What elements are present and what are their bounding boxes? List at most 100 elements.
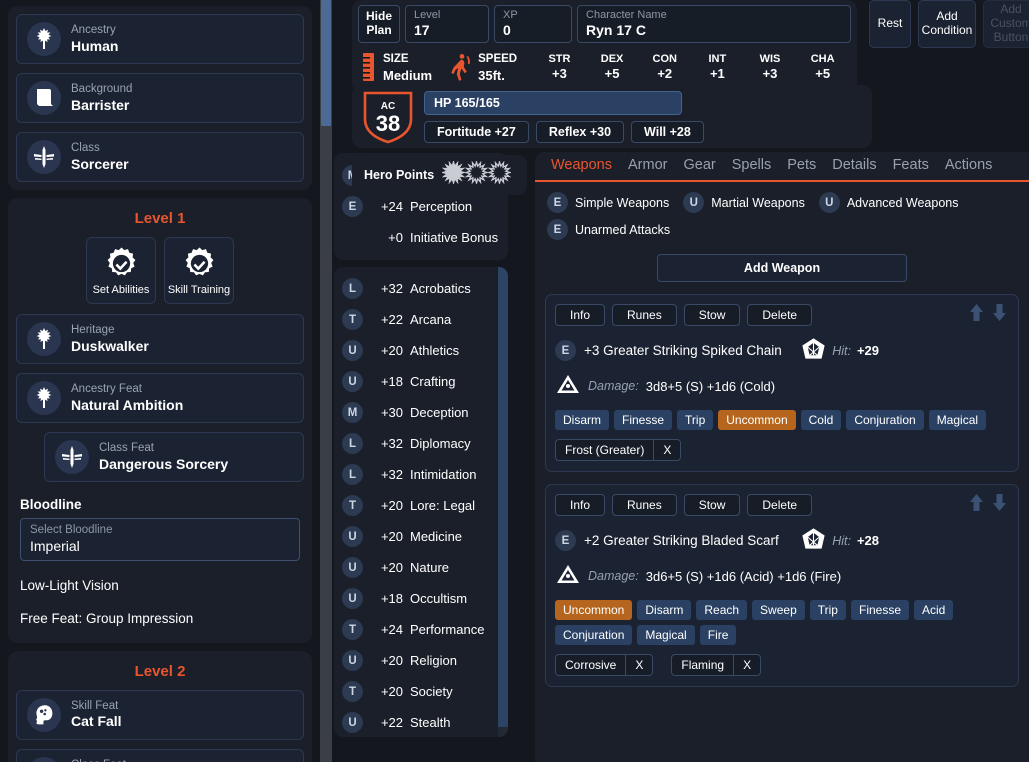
weapon-trait[interactable]: Trip — [677, 410, 714, 430]
class-feat-card-l1[interactable]: Class Feat Dangerous Sorcery — [44, 432, 304, 482]
weapon-trait[interactable]: Cold — [800, 410, 842, 430]
weapon-trait[interactable]: Finesse — [850, 600, 910, 620]
runes-button[interactable]: Runes — [612, 494, 677, 516]
weapon-trait[interactable]: Uncommon — [718, 410, 796, 430]
weapon-damage-row[interactable]: Damage: 3d6+5 (S) +1d6 (Acid) +1d6 (Fire) — [555, 563, 1009, 589]
weapon-trait[interactable]: Acid — [914, 600, 954, 620]
xp-field[interactable]: XP 0 — [494, 5, 573, 43]
weapon-name[interactable]: +3 Greater Striking Spiked Chain — [584, 343, 782, 358]
move-up-icon[interactable] — [968, 493, 985, 512]
level-field[interactable]: Level 17 — [405, 5, 490, 43]
skill-row[interactable]: L +32 Acrobatics — [340, 273, 502, 304]
skill-row[interactable]: U +20 Medicine — [340, 521, 502, 552]
class-feat-card-l2[interactable]: Class Feat Acrobat Dedication — [16, 748, 304, 762]
armor-class-shield[interactable]: AC 38 — [362, 89, 414, 145]
skill-row[interactable]: T +20 Lore: Legal — [340, 490, 502, 521]
hp-bar[interactable]: HP 165/165 — [424, 90, 682, 115]
weapon-proficiency-item[interactable]: U Martial Weapons — [683, 192, 805, 213]
tab-details[interactable]: Details — [824, 155, 884, 175]
skills-scrollbar-track[interactable] — [498, 267, 508, 737]
skill-row[interactable]: U +18 Crafting — [340, 366, 502, 397]
skill-feat-card-l2[interactable]: Skill Feat Cat Fall — [16, 689, 304, 740]
delete-button[interactable]: Delete — [747, 304, 813, 326]
tab-feats[interactable]: Feats — [885, 155, 937, 175]
background-card[interactable]: Background Barrister — [16, 73, 304, 123]
weapon-trait[interactable]: Sweep — [752, 600, 805, 620]
weapon-trait[interactable]: Magical — [928, 410, 987, 430]
tab-weapons[interactable]: Weapons — [543, 155, 620, 175]
tab-pets[interactable]: Pets — [779, 155, 824, 175]
ability-con[interactable]: CON +2 — [638, 53, 691, 82]
weapon-trait[interactable]: Magical — [637, 625, 695, 645]
weapon-proficiency-item[interactable]: U Advanced Weapons — [818, 192, 958, 213]
rune-name[interactable]: Corrosive — [555, 654, 626, 676]
rune-remove-button[interactable]: X — [733, 654, 762, 676]
skill-row[interactable]: U +18 Occultism — [340, 583, 502, 614]
tab-spells[interactable]: Spells — [724, 155, 780, 175]
stat-row-initiative[interactable]: +0 Initiative Bonus — [340, 222, 502, 253]
skill-row[interactable]: U +22 Stealth — [340, 707, 502, 737]
skill-row[interactable]: U +20 Athletics — [340, 335, 502, 366]
add-weapon-button[interactable]: Add Weapon — [657, 254, 907, 282]
ability-wis[interactable]: WIS +3 — [744, 53, 797, 82]
rune-name[interactable]: Frost (Greater) — [555, 439, 654, 461]
move-up-icon[interactable] — [968, 303, 985, 322]
add-condition-button[interactable]: Add Condition — [918, 0, 976, 48]
move-down-icon[interactable] — [991, 303, 1008, 322]
skill-row[interactable]: U +20 Religion — [340, 645, 502, 676]
reflex-save[interactable]: Reflex +30 — [535, 120, 625, 143]
rune-name[interactable]: Flaming — [671, 654, 734, 676]
hero-point-star-icon[interactable] — [440, 159, 467, 186]
skill-row[interactable]: L +32 Intimidation — [340, 459, 502, 490]
hide-plan-button[interactable]: Hide Plan — [358, 5, 401, 43]
weapon-name[interactable]: +2 Greater Striking Bladed Scarf — [584, 533, 779, 548]
skill-row[interactable]: T +22 Arcana — [340, 304, 502, 335]
skills-scrollbar-thumb[interactable] — [498, 267, 508, 727]
ability-int[interactable]: INT +1 — [691, 53, 744, 82]
ability-str[interactable]: STR +3 — [533, 53, 586, 82]
rune-remove-button[interactable]: X — [625, 654, 654, 676]
weapon-proficiency-item[interactable]: E Unarmed Attacks — [547, 219, 670, 240]
tab-gear[interactable]: Gear — [675, 155, 723, 175]
stow-button[interactable]: Stow — [683, 304, 741, 326]
info-button[interactable]: Info — [555, 304, 606, 326]
weapon-trait[interactable]: Disarm — [637, 600, 692, 620]
class-card[interactable]: Class Sorcerer — [16, 132, 304, 182]
weapon-hit[interactable]: Hit: +28 — [801, 528, 879, 553]
ability-cha[interactable]: CHA +5 — [796, 53, 849, 82]
hero-point-star-icon[interactable] — [486, 159, 513, 186]
hero-point-star-icon[interactable] — [463, 159, 490, 186]
will-save[interactable]: Will +28 — [631, 120, 704, 143]
add-custom-button[interactable]: Add Custom Button — [983, 0, 1029, 48]
weapon-proficiency-item[interactable]: E Simple Weapons — [547, 192, 669, 213]
weapon-trait[interactable]: Disarm — [555, 410, 609, 430]
weapon-trait[interactable]: Uncommon — [555, 600, 633, 620]
ancestry-card[interactable]: Ancestry Human — [16, 14, 304, 64]
weapon-damage-row[interactable]: Damage: 3d8+5 (S) +1d6 (Cold) — [555, 373, 1009, 399]
ability-dex[interactable]: DEX +5 — [586, 53, 639, 82]
heritage-card[interactable]: Heritage Duskwalker — [16, 314, 304, 364]
skill-row[interactable]: T +24 Performance — [340, 614, 502, 645]
skill-row[interactable]: M +30 Deception — [340, 397, 502, 428]
stow-button[interactable]: Stow — [683, 494, 741, 516]
ancestry-feat-card[interactable]: Ancestry Feat Natural Ambition — [16, 373, 304, 423]
weapon-trait[interactable]: Reach — [696, 600, 748, 620]
bloodline-select[interactable]: Select Bloodline Imperial — [20, 518, 300, 561]
skill-row[interactable]: U +20 Nature — [340, 552, 502, 583]
rest-button[interactable]: Rest — [869, 0, 911, 48]
weapon-trait[interactable]: Fire — [699, 625, 737, 645]
weapon-trait[interactable]: Conjuration — [555, 625, 633, 645]
tab-actions[interactable]: Actions — [937, 155, 1001, 175]
weapon-trait[interactable]: Finesse — [614, 410, 673, 430]
rune-remove-button[interactable]: X — [653, 439, 682, 461]
stat-row-perception[interactable]: E +24 Perception — [340, 191, 502, 222]
delete-button[interactable]: Delete — [747, 494, 813, 516]
set-abilities-button[interactable]: Set Abilities — [86, 237, 156, 304]
weapon-trait[interactable]: Trip — [809, 600, 846, 620]
skill-row[interactable]: T +20 Society — [340, 676, 502, 707]
skill-row[interactable]: L +32 Diplomacy — [340, 428, 502, 459]
skill-training-button[interactable]: Skill Training — [164, 237, 234, 304]
weapon-hit[interactable]: Hit: +29 — [801, 338, 879, 363]
move-down-icon[interactable] — [991, 493, 1008, 512]
runes-button[interactable]: Runes — [612, 304, 677, 326]
